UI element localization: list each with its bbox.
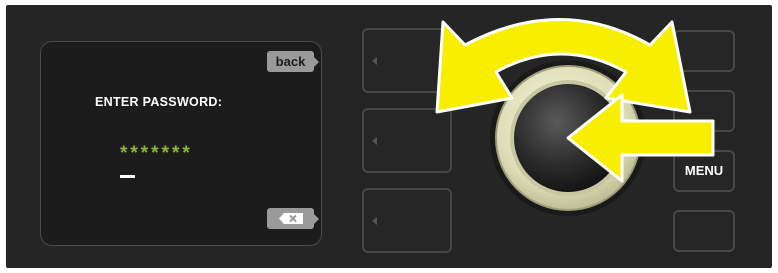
- softkey-pointer-icon: [372, 216, 377, 225]
- text-cursor: [120, 175, 135, 178]
- back-softkey-label: back: [267, 51, 319, 72]
- backspace-glyph: [278, 213, 303, 224]
- right-button-2[interactable]: [673, 90, 735, 132]
- softkey-pointer-icon: [372, 56, 377, 65]
- backspace-icon: [267, 208, 319, 229]
- softkey-pointer-icon: [372, 136, 377, 145]
- softkey-button-1[interactable]: [362, 28, 452, 93]
- right-button-4[interactable]: [673, 210, 735, 252]
- softkey-button-3[interactable]: [362, 188, 452, 253]
- masked-password-field[interactable]: *******: [120, 144, 193, 164]
- softkey-button-2[interactable]: [362, 108, 452, 173]
- right-button-1[interactable]: [673, 30, 735, 72]
- menu-button-label: MENU: [684, 163, 724, 178]
- password-prompt-title: ENTER PASSWORD:: [95, 95, 223, 109]
